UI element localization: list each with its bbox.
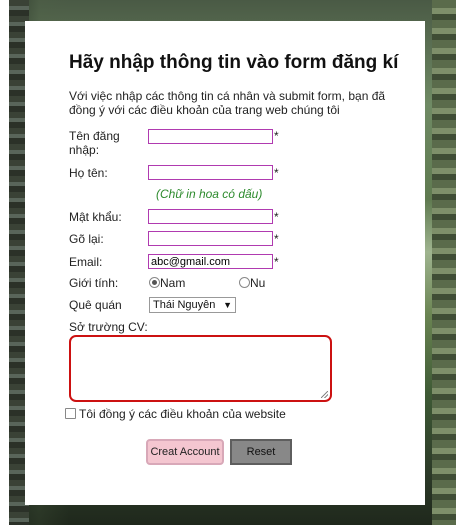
reset-button[interactable]: Reset: [230, 439, 292, 465]
dropdown-arrow-icon: ▼: [223, 300, 232, 310]
email-input[interactable]: [148, 254, 273, 269]
fullname-hint: (Chữ in hoa có dấu): [156, 187, 263, 201]
agree-checkbox[interactable]: [65, 408, 76, 419]
username-label: Tên đăng nhập:: [69, 129, 120, 157]
gender-nam-label: Nam: [160, 276, 186, 290]
resize-handle-icon[interactable]: [321, 391, 328, 398]
fullname-required-mark: *: [274, 166, 279, 180]
retype-required-mark: *: [274, 232, 279, 246]
cv-label: Sở trường CV:: [69, 320, 148, 334]
gender-nu-label: Nu: [250, 276, 266, 290]
email-required-mark: *: [274, 255, 279, 269]
password-required-mark: *: [274, 210, 279, 224]
form-title: Hãy nhập thông tin vào form đăng kí: [69, 52, 399, 73]
background-right-edge: [432, 0, 456, 525]
form-intro: Với việc nhập các thông tin cá nhân và s…: [69, 89, 386, 117]
gender-label: Giới tính:: [69, 276, 119, 290]
email-label: Email:: [69, 255, 103, 269]
hometown-select[interactable]: Thái Nguyên ▼: [149, 297, 236, 313]
username-required-mark: *: [274, 129, 279, 143]
cv-textarea[interactable]: [69, 335, 332, 402]
hometown-selected-value: Thái Nguyên: [153, 299, 216, 311]
registration-form: Hãy nhập thông tin vào form đăng kí Với …: [25, 21, 425, 505]
fullname-input[interactable]: [148, 165, 273, 180]
hometown-label: Quê quán: [69, 298, 122, 312]
agree-label: Tôi đồng ý các điều khoản của website: [79, 407, 286, 421]
retype-password-input[interactable]: [148, 231, 273, 246]
gender-radio-nam[interactable]: [149, 277, 160, 288]
password-label: Mật khẩu:: [69, 210, 122, 224]
password-input[interactable]: [148, 209, 273, 224]
username-input[interactable]: [148, 129, 273, 144]
retype-password-label: Gõ lại:: [69, 232, 104, 246]
create-account-button[interactable]: Creat Account: [146, 439, 224, 465]
fullname-label: Họ tên:: [69, 166, 108, 180]
gender-radio-nu[interactable]: [239, 277, 250, 288]
